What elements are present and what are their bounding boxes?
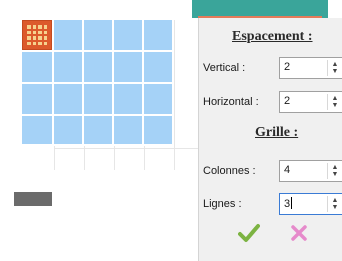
spin-arrows-icon[interactable]: ▲ ▼ <box>327 163 342 179</box>
spin-arrows-icon[interactable]: ▲ ▼ <box>327 196 342 212</box>
grid-cell[interactable] <box>22 116 54 146</box>
grid-cell[interactable] <box>84 116 114 146</box>
grid-cell[interactable] <box>22 52 54 84</box>
grid-settings-panel: Espacement : Vertical : 2 ▲ ▼ Horizontal … <box>198 18 342 261</box>
grid-cell[interactable] <box>54 84 84 116</box>
grid-cell[interactable] <box>114 116 144 146</box>
grid-cell[interactable] <box>84 84 114 116</box>
horizontal-value: 2 <box>284 95 291 107</box>
grid-cell[interactable] <box>54 52 84 84</box>
grid-cell[interactable] <box>144 52 174 84</box>
rows-label: Lignes : <box>203 198 242 210</box>
gridline <box>54 148 200 149</box>
grid-cell[interactable] <box>54 116 84 146</box>
spacing-title: Espacement : <box>232 29 313 44</box>
grid-cell[interactable] <box>114 20 144 52</box>
dark-tab-handle[interactable] <box>14 192 52 206</box>
canvas-bottom <box>0 170 200 261</box>
vertical-spinbox[interactable]: 2 ▲ ▼ <box>279 57 342 79</box>
grid-title: Grille : <box>255 125 299 140</box>
accent-bar <box>192 0 328 18</box>
grid-icon[interactable] <box>22 20 52 50</box>
spin-arrows-icon[interactable]: ▲ ▼ <box>327 94 342 110</box>
checkmark-icon <box>238 224 260 242</box>
grid-cell[interactable] <box>144 84 174 116</box>
grid-cell[interactable] <box>54 20 84 52</box>
columns-value: 4 <box>284 164 291 176</box>
spin-arrows-icon[interactable]: ▲ ▼ <box>327 60 342 76</box>
rows-value: 3 <box>284 197 293 210</box>
vertical-label: Vertical : <box>203 62 246 74</box>
grid-cell[interactable] <box>144 20 174 52</box>
confirm-button[interactable] <box>237 221 261 245</box>
vertical-value: 2 <box>284 61 291 73</box>
cancel-button[interactable] <box>287 221 311 245</box>
cross-icon <box>291 225 307 241</box>
horizontal-spinbox[interactable]: 2 ▲ ▼ <box>279 91 342 113</box>
grid-cell[interactable] <box>114 52 144 84</box>
columns-label: Colonnes : <box>203 165 256 177</box>
grid-cell[interactable] <box>114 84 144 116</box>
grid-cell[interactable] <box>144 116 174 146</box>
grid-cell[interactable] <box>22 84 54 116</box>
columns-spinbox[interactable]: 4 ▲ ▼ <box>279 160 342 182</box>
rows-spinbox[interactable]: 3 ▲ ▼ <box>279 193 342 215</box>
horizontal-label: Horizontal : <box>203 96 259 108</box>
grid-cell[interactable] <box>84 52 114 84</box>
grid-cell[interactable] <box>84 20 114 52</box>
grid-preview[interactable] <box>0 0 200 170</box>
